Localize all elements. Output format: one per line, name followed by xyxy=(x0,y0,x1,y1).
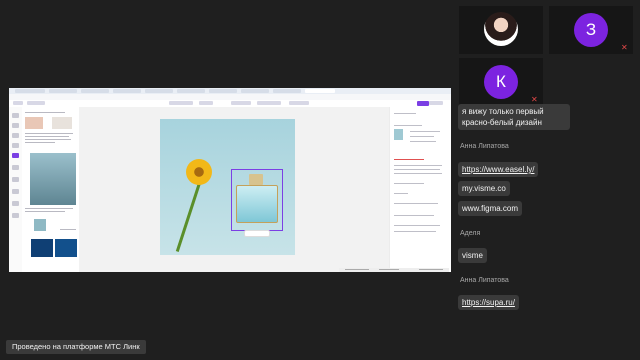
chat-message: my.visme.co xyxy=(458,181,510,196)
share-button[interactable] xyxy=(417,101,429,106)
editor-properties-panel xyxy=(389,107,451,272)
perfume-poster[interactable] xyxy=(160,119,295,255)
nav-icon[interactable] xyxy=(12,201,19,206)
panel-line xyxy=(394,225,440,226)
nav-icon[interactable] xyxy=(12,123,19,128)
chat-link[interactable]: https://www.easel.ly/ xyxy=(458,162,539,177)
browser-tab[interactable] xyxy=(49,89,77,93)
nav-icon[interactable] xyxy=(12,113,19,118)
toolbar-button[interactable] xyxy=(289,101,309,105)
panel-line xyxy=(60,229,76,230)
yellow-flower xyxy=(186,159,212,185)
browser-tab[interactable] xyxy=(177,89,205,93)
status-line xyxy=(345,269,369,270)
browser-tab[interactable] xyxy=(273,89,301,93)
participant-avatar: К xyxy=(484,65,518,99)
panel-line xyxy=(25,208,73,209)
panel-line xyxy=(394,165,442,166)
panel-line xyxy=(394,159,424,160)
browser-tab[interactable] xyxy=(241,89,269,93)
toolbar-button[interactable] xyxy=(231,101,251,105)
mic-off-icon: ✕ xyxy=(531,95,538,104)
nav-icon[interactable] xyxy=(12,133,19,138)
participant-tile[interactable] xyxy=(459,6,543,54)
panel-line xyxy=(25,133,73,134)
panel-thumbnail[interactable] xyxy=(31,239,53,257)
participant-photo xyxy=(484,12,518,46)
panel-line xyxy=(410,136,434,137)
editor-side-panel xyxy=(22,107,80,272)
layer-thumbnail[interactable] xyxy=(394,129,403,140)
browser-tab[interactable] xyxy=(113,89,141,93)
selection-box[interactable] xyxy=(231,169,283,231)
nav-icon-active[interactable] xyxy=(12,153,19,158)
panel-line xyxy=(394,113,416,114)
panel-thumbnail[interactable] xyxy=(34,219,46,231)
platform-footer: Проведено на платформе МТС Линк xyxy=(6,340,146,354)
editor-status-bar xyxy=(339,268,449,272)
chat-message: я вижу только первый красно-белый дизайн xyxy=(458,104,570,130)
nav-icon[interactable] xyxy=(12,165,19,170)
chat-message: visme xyxy=(458,248,487,263)
chat-message: www.figma.com xyxy=(458,201,523,216)
nav-icon[interactable] xyxy=(12,177,19,182)
selection-toolbar[interactable] xyxy=(244,230,270,237)
browser-tab[interactable] xyxy=(209,89,237,93)
status-line xyxy=(419,269,443,270)
editor-left-nav xyxy=(9,107,23,272)
panel-thumbnail[interactable] xyxy=(25,117,43,129)
panel-thumbnail[interactable] xyxy=(55,239,77,257)
toolbar-button[interactable] xyxy=(27,101,45,105)
panel-line xyxy=(394,215,434,216)
toolbar-button[interactable] xyxy=(199,101,213,105)
panel-line xyxy=(25,136,69,137)
panel-line xyxy=(394,125,422,126)
panel-image[interactable] xyxy=(30,153,76,205)
participant-tile[interactable]: К ✕ xyxy=(459,58,543,106)
panel-line xyxy=(25,112,65,113)
participant-initial: З xyxy=(585,20,597,39)
toolbar-button[interactable] xyxy=(13,101,23,105)
browser-tab[interactable] xyxy=(145,89,173,93)
panel-line xyxy=(394,173,442,174)
panel-line xyxy=(410,131,440,132)
nav-icon[interactable] xyxy=(12,213,19,218)
shared-screen xyxy=(9,88,451,272)
browser-tab[interactable] xyxy=(15,89,45,93)
design-canvas-area xyxy=(79,107,389,272)
chat-link[interactable]: https://supa.ru/ xyxy=(458,295,519,310)
panel-line xyxy=(394,183,424,184)
panel-line xyxy=(25,142,55,143)
chat-author: Анна Липатова xyxy=(460,143,509,150)
toolbar-button[interactable] xyxy=(169,101,193,105)
panel-thumbnail[interactable] xyxy=(52,117,72,129)
browser-tab-active[interactable] xyxy=(305,89,335,93)
panel-line xyxy=(394,231,436,232)
participant-tile[interactable]: З ✕ xyxy=(549,6,633,54)
panel-line xyxy=(25,139,71,140)
mic-off-icon: ✕ xyxy=(621,43,628,52)
participant-initial: К xyxy=(496,72,506,91)
status-line xyxy=(379,269,399,270)
chat-author: Аделя xyxy=(460,230,481,237)
browser-tab[interactable] xyxy=(81,89,109,93)
panel-line xyxy=(394,193,408,194)
panel-line xyxy=(394,203,438,204)
nav-icon[interactable] xyxy=(12,189,19,194)
flower-stem xyxy=(175,182,201,252)
panel-line xyxy=(394,169,440,170)
toolbar-button[interactable] xyxy=(257,101,281,105)
chat-author: Анна Липатова xyxy=(460,277,509,284)
nav-icon[interactable] xyxy=(12,143,19,148)
participant-avatar: З xyxy=(574,13,608,47)
panel-line xyxy=(25,211,65,212)
panel-line xyxy=(410,141,436,142)
toolbar-button[interactable] xyxy=(429,101,443,105)
